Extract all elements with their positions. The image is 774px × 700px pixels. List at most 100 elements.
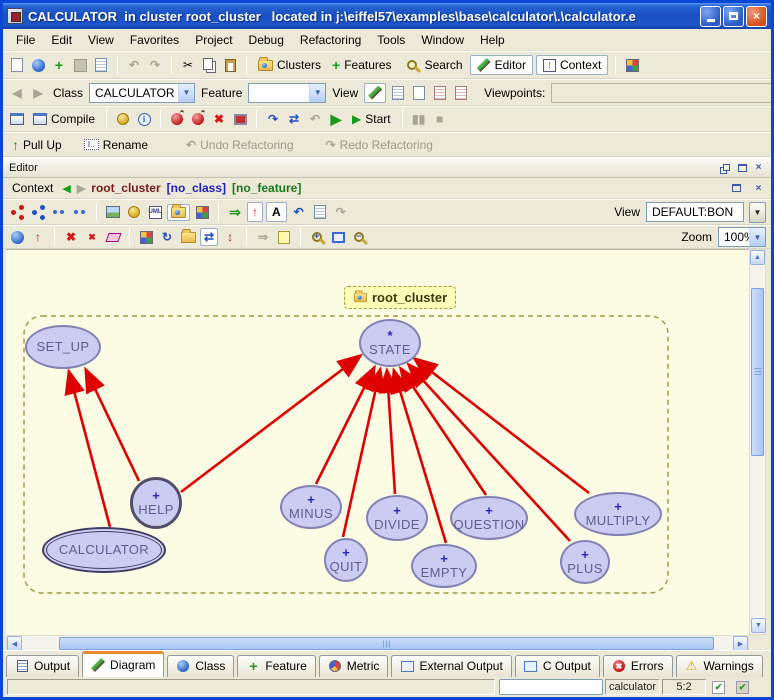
menu-file[interactable]: File [9, 31, 42, 49]
search-button[interactable]: Search [399, 55, 467, 75]
start-button[interactable]: ▶ Start [348, 111, 395, 127]
straighten-icon[interactable]: ↕ [221, 228, 239, 246]
scroll-up-button[interactable]: ▲ [750, 250, 765, 265]
scroll-right-button[interactable]: ▶ [733, 636, 748, 651]
step-over-icon[interactable]: ⇄ [285, 110, 303, 128]
rotate-icon[interactable]: ↻ [158, 228, 176, 246]
export-image-icon[interactable] [104, 203, 122, 221]
cluster-view-toggle[interactable] [167, 204, 190, 221]
vertical-scrollbar[interactable]: ▲ ▼ [749, 249, 766, 635]
new-document-icon[interactable] [8, 56, 26, 74]
maximize-panel-icon[interactable] [730, 182, 743, 195]
fit-to-screen-icon[interactable] [329, 228, 347, 246]
class-node-multiply[interactable]: +MULTIPLY [574, 492, 662, 536]
compile-log-icon[interactable] [114, 110, 132, 128]
chevron-down-icon[interactable]: ▼ [309, 84, 325, 102]
close-panel-icon[interactable]: × [752, 182, 765, 195]
tab-feature[interactable]: +Feature [237, 655, 315, 677]
zoom-in-icon[interactable]: + [308, 228, 326, 246]
feature-combobox[interactable]: ▼ [248, 83, 326, 103]
diagram-view-combobox[interactable]: DEFAULT:BON [646, 202, 744, 222]
tab-class[interactable]: Class [167, 655, 234, 677]
new-cluster-icon[interactable] [8, 228, 26, 246]
chevron-down-icon[interactable]: ▼ [749, 228, 765, 246]
minimize-button[interactable] [700, 6, 721, 27]
open-project-icon[interactable] [29, 56, 47, 74]
class-node-divide[interactable]: +DIVIDE [366, 495, 428, 541]
new-class-icon[interactable]: ↑ [29, 228, 47, 246]
editor-toggle[interactable]: Editor [470, 55, 533, 75]
float-panel-icon[interactable] [720, 161, 733, 174]
tab-metric[interactable]: Metric [319, 655, 389, 677]
refresh-diagram-icon[interactable] [179, 228, 197, 246]
delete-icon[interactable]: ✖ [62, 228, 80, 246]
flat-view-button[interactable] [410, 84, 428, 102]
tab-diagram[interactable]: Diagram [82, 651, 164, 677]
compile-workbench-icon[interactable] [8, 110, 26, 128]
fill-color-icon[interactable] [137, 228, 155, 246]
tab-errors[interactable]: ✖Errors [603, 655, 673, 677]
scroll-left-button[interactable]: ◀ [7, 636, 22, 651]
chevron-down-icon[interactable]: ▼ [178, 84, 194, 102]
text-view-button[interactable] [364, 83, 386, 103]
menu-tools[interactable]: Tools [370, 31, 412, 49]
cluster-tag[interactable]: root_cluster [344, 286, 456, 309]
class-node-set_up[interactable]: SET_UP [25, 325, 101, 369]
class-node-state[interactable]: *STATE [359, 319, 421, 367]
class-node-plus[interactable]: +PLUS [560, 540, 610, 584]
class-colors-icon[interactable] [193, 203, 211, 221]
titlebar[interactable]: CALCULATOR in cluster root_cluster locat… [3, 3, 771, 29]
menu-window[interactable]: Window [414, 31, 471, 49]
add-note-icon[interactable] [275, 228, 293, 246]
go-to-icon[interactable]: ⇒ [226, 203, 244, 221]
force-layout-toggle[interactable]: ⇄ [200, 228, 218, 246]
rename-button[interactable]: I.. Rename [80, 137, 152, 153]
undo-diagram-icon[interactable]: ↶ [290, 203, 308, 221]
zoom-combobox[interactable]: 100% ▼ [718, 227, 766, 247]
class-node-help[interactable]: +HELP [130, 477, 182, 529]
tab-warnings[interactable]: ⚠Warnings [676, 655, 763, 677]
client-tool-icon[interactable] [71, 203, 89, 221]
class-node-empty[interactable]: +EMPTY [411, 544, 477, 588]
diagram-view-dropdown-button[interactable]: ▼ [749, 202, 766, 223]
cut-icon[interactable]: ✂ [179, 56, 197, 74]
maximize-button[interactable] [723, 6, 744, 27]
save-all-icon[interactable] [92, 56, 110, 74]
clusters-button[interactable]: Clusters [254, 57, 325, 73]
menu-project[interactable]: Project [188, 31, 239, 49]
class-node-minus[interactable]: +MINUS [280, 485, 342, 529]
text-label-toggle[interactable]: A [266, 202, 287, 222]
context-cluster-link[interactable]: root_cluster [91, 181, 160, 195]
tab-c-output[interactable]: C Output [515, 655, 600, 677]
context-toggle[interactable]: ⋮ Context [536, 55, 608, 75]
tab-external-output[interactable]: External Output [391, 655, 511, 677]
class-node-quit[interactable]: +QUIT [324, 538, 368, 582]
close-panel-icon[interactable]: × [752, 161, 765, 174]
run-workbench-icon[interactable] [168, 110, 186, 128]
vertical-scroll-thumb[interactable] [751, 288, 764, 456]
paste-icon[interactable] [221, 56, 239, 74]
clickable-view-button[interactable] [389, 84, 407, 102]
pull-up-button[interactable]: ↑ Pull Up [8, 137, 66, 153]
external-commands-icon[interactable] [623, 56, 641, 74]
zoom-out-icon[interactable]: − [350, 228, 368, 246]
info-icon[interactable]: i [135, 110, 153, 128]
erase-icon[interactable] [104, 228, 122, 246]
run-finalized-icon[interactable] [189, 110, 207, 128]
uml-badge-icon[interactable] [125, 203, 143, 221]
create-link-toggle[interactable]: ↑ [247, 202, 263, 222]
menu-view[interactable]: View [81, 31, 121, 49]
step-into-icon[interactable]: ↷ [264, 110, 282, 128]
contract-view-button[interactable] [431, 84, 449, 102]
class-relations-icon[interactable] [8, 203, 26, 221]
horizontal-scroll-thumb[interactable] [59, 637, 714, 650]
menu-refactoring[interactable]: Refactoring [293, 31, 368, 49]
menu-help[interactable]: Help [473, 31, 512, 49]
scroll-down-button[interactable]: ▼ [751, 618, 766, 633]
menu-edit[interactable]: Edit [44, 31, 79, 49]
class-node-question[interactable]: +QUESTION [450, 496, 528, 540]
maximize-panel-icon[interactable] [736, 161, 749, 174]
run-to-cursor-icon[interactable]: ▶ [327, 110, 345, 128]
class-node-calculator[interactable]: CALCULATOR [42, 527, 166, 573]
interface-view-button[interactable] [452, 84, 470, 102]
